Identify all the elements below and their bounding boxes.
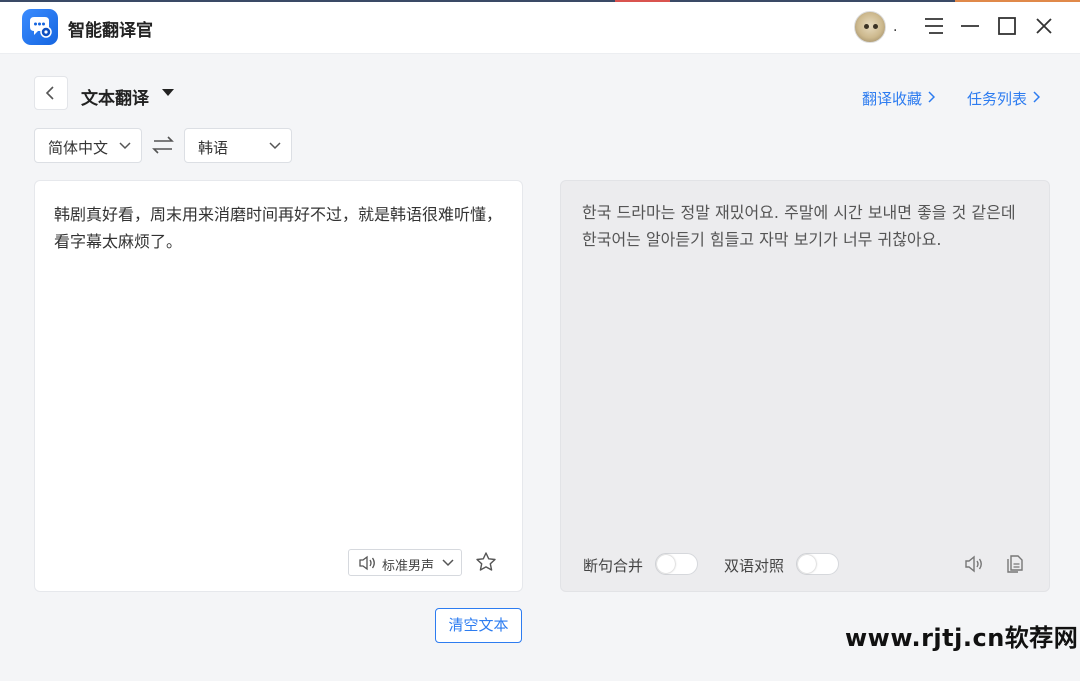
task-list-link[interactable]: 任务列表 — [967, 88, 1041, 109]
chevron-down-icon — [269, 142, 281, 150]
user-name[interactable]: . — [893, 19, 897, 35]
clear-text-button[interactable]: 清空文本 — [435, 608, 522, 643]
app-logo-icon — [22, 9, 58, 45]
chevron-down-icon — [119, 142, 131, 150]
source-language-select[interactable]: 简体中文 — [34, 128, 142, 163]
chevron-right-icon — [1032, 89, 1041, 107]
chevron-right-icon — [927, 89, 936, 107]
swap-languages-icon[interactable] — [150, 134, 176, 156]
task-list-link-label: 任务列表 — [967, 90, 1028, 108]
source-text-input[interactable]: 韩剧真好看，周末用来消磨时间再好不过，就是韩语很难听懂，看字幕太麻烦了。 — [54, 201, 509, 255]
minimize-icon[interactable] — [958, 14, 982, 38]
voice-select[interactable]: 标准男声 — [348, 549, 462, 576]
caret-down-icon[interactable] — [162, 89, 174, 96]
chevron-down-icon — [442, 559, 454, 567]
star-icon[interactable] — [475, 551, 497, 573]
translation-result-text: 한국 드라마는 정말 재밌어요. 주말에 시간 보내면 좋을 것 같은데 한국어… — [582, 203, 1016, 249]
speaker-icon[interactable] — [963, 553, 985, 575]
bilingual-toggle[interactable] — [796, 553, 839, 575]
merge-sentences-toggle[interactable] — [655, 553, 698, 575]
back-button[interactable] — [34, 76, 68, 110]
watermark: www.rjtj.cn软荐网 — [845, 624, 1079, 652]
maximize-icon[interactable] — [995, 14, 1019, 38]
user-avatar[interactable] — [854, 11, 886, 43]
speaker-icon — [359, 555, 375, 571]
chevron-left-icon — [45, 86, 54, 100]
app-title: 智能翻译官 — [68, 21, 153, 41]
source-language-label: 简体中文 — [48, 139, 109, 157]
target-language-select[interactable]: 韩语 — [184, 128, 292, 163]
menu-icon[interactable] — [922, 14, 946, 38]
favorites-link-label: 翻译收藏 — [862, 90, 923, 108]
favorites-link[interactable]: 翻译收藏 — [862, 88, 936, 109]
merge-sentences-label: 断句合并 — [583, 557, 644, 575]
title-bar: 智能翻译官 . — [0, 0, 1080, 54]
close-icon[interactable] — [1032, 14, 1056, 38]
mode-title[interactable]: 文本翻译 — [81, 84, 149, 109]
translation-result-panel: 한국 드라마는 정말 재밌어요. 주말에 시간 보내면 좋을 것 같은데 한국어… — [560, 180, 1050, 592]
target-language-label: 韩语 — [198, 139, 229, 157]
source-text-panel[interactable]: 韩剧真好看，周末用来消磨时间再好不过，就是韩语很难听懂，看字幕太麻烦了。 标准男… — [34, 180, 523, 592]
voice-select-label: 标准男声 — [382, 559, 435, 574]
window-top-border — [0, 0, 1080, 2]
bilingual-label: 双语对照 — [724, 557, 785, 575]
copy-icon[interactable] — [1003, 553, 1025, 575]
